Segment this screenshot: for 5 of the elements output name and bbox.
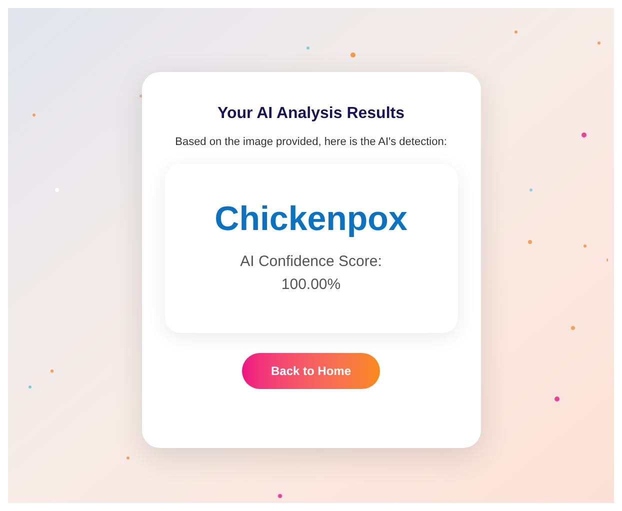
card-title: Your AI Analysis Results bbox=[217, 104, 404, 124]
confidence-score: AI Confidence Score: 100.00% bbox=[239, 252, 383, 294]
back-home-button[interactable]: Back to Home bbox=[242, 353, 380, 389]
card-subtitle: Based on the image provided, here is the AI's detection: bbox=[174, 135, 448, 150]
diagnosis-text: Chickenpox bbox=[214, 202, 408, 236]
